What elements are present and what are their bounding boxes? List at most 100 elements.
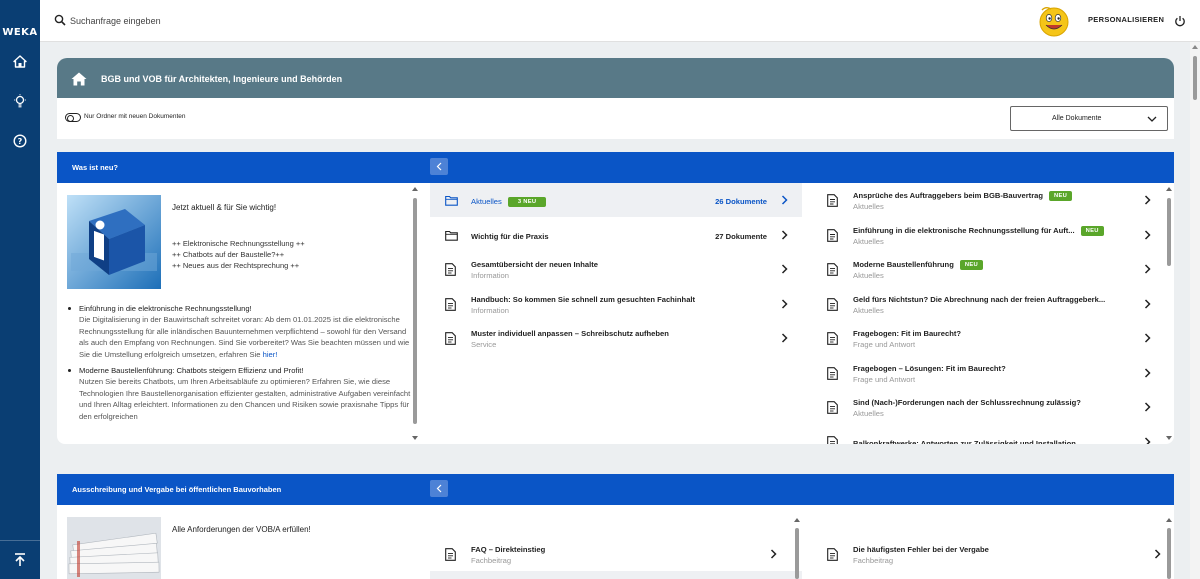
document-row[interactable]: Balkonkraftwerke: Antworten zur Zulässig… xyxy=(812,425,1167,445)
section-title: Was ist neu? xyxy=(72,163,118,172)
section-bar: Ausschreibung und Vergabe bei öffentlich… xyxy=(57,474,1174,505)
scrollbar-thumb[interactable] xyxy=(795,528,799,579)
news-title: Moderne Baustellenführung: Chatbots stei… xyxy=(79,366,304,375)
home-icon[interactable] xyxy=(71,72,87,86)
personalize-button[interactable]: PERSONALISIEREN xyxy=(1088,15,1164,24)
item-title: Sind (Nach-)Forderungen nach der Schluss… xyxy=(853,398,1081,407)
power-icon[interactable] xyxy=(1174,15,1186,27)
scroll-up-arrow[interactable] xyxy=(1166,518,1172,522)
document-list: Ansprüche des Auftraggebers beim BGB-Bau… xyxy=(812,183,1167,444)
chevron-right-icon xyxy=(781,333,788,343)
help-icon: ? xyxy=(13,134,27,148)
item-title: Die häufigsten Fehler bei der Vergabe xyxy=(853,545,989,554)
folder-row[interactable]: Aktuelles 3 NEU 26 Dokumente xyxy=(430,183,802,217)
item-title-text: Sind (Nach-)Forderungen nach der Schluss… xyxy=(853,398,1081,407)
chevron-left-icon xyxy=(436,484,442,493)
carousel-prev-button[interactable] xyxy=(430,480,448,497)
chevron-right-icon xyxy=(770,549,777,559)
scrollbar-thumb[interactable] xyxy=(1167,198,1171,266)
document-row[interactable]: Moderne Baustellenführung NEU Aktuelles xyxy=(812,252,1167,286)
search-input[interactable] xyxy=(70,12,670,30)
folder-list: Aktuelles 3 NEU 26 Dokumente Wichtig für di… xyxy=(430,183,802,444)
highlights: ++ Elektronische Rechnungsstellung ++ ++… xyxy=(172,238,305,271)
document-row[interactable]: FAQ – Direkteinstieg Fachbeitrag xyxy=(430,537,802,571)
scroll-up-arrow[interactable] xyxy=(794,518,800,522)
item-title: Wichtig für die Praxis xyxy=(471,232,549,241)
item-category: Aktuelles xyxy=(853,271,884,280)
carousel-prev-button[interactable] xyxy=(430,158,448,175)
lightbulb-icon xyxy=(14,94,26,108)
scroll-down-arrow[interactable] xyxy=(412,436,418,440)
highlight-item: ++ Chatbots auf der Baustelle?++ xyxy=(172,250,285,259)
scroll-top-button[interactable] xyxy=(10,550,30,570)
page-scrollbar[interactable] xyxy=(1190,42,1200,579)
folder-row[interactable]: Praxisgerechte Arbeitshilfen4 Dokumente xyxy=(430,571,802,579)
new-badge: NEU xyxy=(959,260,983,270)
document-row[interactable]: Einführung in die elektronische Rechnung… xyxy=(812,218,1167,252)
document-row[interactable]: Fragebogen – Lösungen: Fit im Baurecht? F… xyxy=(812,356,1167,390)
item-category: Information xyxy=(471,271,509,280)
chevron-right-icon xyxy=(781,264,788,274)
news-title: Einführung in die elektronische Rechnung… xyxy=(79,304,252,313)
rail-help-button[interactable]: ? xyxy=(10,131,30,151)
avatar[interactable] xyxy=(1037,4,1071,38)
top-bar: PERSONALISIEREN xyxy=(40,0,1200,42)
search-icon xyxy=(54,14,66,26)
folder-list: FAQ – Direkteinstieg Fachbeitrag Praxisger… xyxy=(430,505,802,579)
document-row[interactable]: Fragebogen: Fit im Baurecht? Frage und An… xyxy=(812,321,1167,355)
item-category: Aktuelles xyxy=(853,305,884,315)
chevron-right-icon xyxy=(1144,298,1151,309)
document-row[interactable]: Muster individuell anpassen – Schreibsch… xyxy=(430,321,802,355)
document-row[interactable]: Ansprüche des Auftraggebers beim BGB-Bau… xyxy=(812,183,1167,217)
news-scrollbar[interactable] xyxy=(411,187,419,440)
scroll-up-arrow[interactable] xyxy=(1192,45,1198,49)
document-icon xyxy=(445,332,456,345)
chevron-right-icon xyxy=(1154,549,1161,559)
document-count: 26 Dokumente xyxy=(715,197,767,206)
rail-home-button[interactable] xyxy=(10,51,30,71)
section-whats-new: Was ist neu? Jetzt aktuell & für Sie wic… xyxy=(57,152,1174,444)
chevron-right-icon xyxy=(1144,195,1151,205)
rail-divider xyxy=(0,540,40,541)
document-icon xyxy=(445,548,456,561)
chevron-right-icon xyxy=(781,195,788,205)
new-docs-toggle[interactable] xyxy=(65,113,81,122)
document-row[interactable]: Gesamtübersicht der neuen Inhalte Informa… xyxy=(430,252,802,286)
scroll-up-arrow[interactable] xyxy=(1166,187,1172,191)
document-icon xyxy=(827,548,838,561)
folders-scrollbar[interactable] xyxy=(793,518,801,579)
document-row[interactable]: Geld fürs Nichtstun? Die Abrechnung nach… xyxy=(812,287,1167,321)
chevron-right-icon xyxy=(781,229,788,240)
item-title: Fragebogen – Lösungen: Fit im Baurecht? xyxy=(853,364,1006,373)
news-item: Einführung in die elektronische Rechnung… xyxy=(67,303,412,360)
scroll-down-arrow[interactable] xyxy=(1166,436,1172,440)
scrollbar-thumb[interactable] xyxy=(1167,528,1171,579)
document-row[interactable]: Die häufigsten Fehler bei der Vergabe Fac… xyxy=(812,537,1167,571)
item-title: Fragebogen: Fit im Baurecht? xyxy=(853,329,961,338)
document-filter-select[interactable]: Alle Dokumente xyxy=(1010,106,1168,131)
news-item: Moderne Baustellenführung: Chatbots stei… xyxy=(67,365,412,422)
highlight-item: ++ Neues aus der Rechtsprechung ++ xyxy=(172,261,300,270)
chevron-right-icon xyxy=(1144,436,1151,444)
scrollbar-thumb[interactable] xyxy=(413,198,417,424)
item-title-text: Gesamtübersicht der neuen Inhalte xyxy=(471,260,599,269)
document-row[interactable]: Handbuch: So kommen Sie schnell zum gesu… xyxy=(430,287,802,321)
documents-scrollbar[interactable] xyxy=(1165,518,1173,579)
news-link[interactable]: hier! xyxy=(263,350,278,359)
weka-logo[interactable]: WEKA xyxy=(0,27,40,39)
folder-row[interactable]: Richtiges Verhalten im Streitfall3 Dokum… xyxy=(812,571,1167,579)
documents-scrollbar[interactable] xyxy=(1165,187,1173,440)
document-row[interactable]: Sind (Nach-)Forderungen nach der Schluss… xyxy=(812,390,1167,424)
item-title-text: Balkonkraftwerke: Antworten zur Zulässig… xyxy=(853,438,1076,445)
document-icon xyxy=(827,366,838,380)
scroll-top-icon xyxy=(15,553,25,566)
rail-ideas-button[interactable] xyxy=(10,91,30,111)
scroll-up-arrow[interactable] xyxy=(412,187,418,191)
new-badge: NEU xyxy=(1049,191,1073,201)
section-intro: Alle Anforderungen der VOB/A erfüllen! xyxy=(172,525,311,534)
document-icon xyxy=(827,435,838,444)
chevron-down-icon xyxy=(1147,116,1157,122)
scrollbar-thumb[interactable] xyxy=(1193,56,1197,100)
folder-row[interactable]: Wichtig für die Praxis 27 Dokumente xyxy=(430,218,802,252)
item-title-text: Ansprüche des Auftraggebers beim BGB-Bau… xyxy=(853,191,1044,200)
